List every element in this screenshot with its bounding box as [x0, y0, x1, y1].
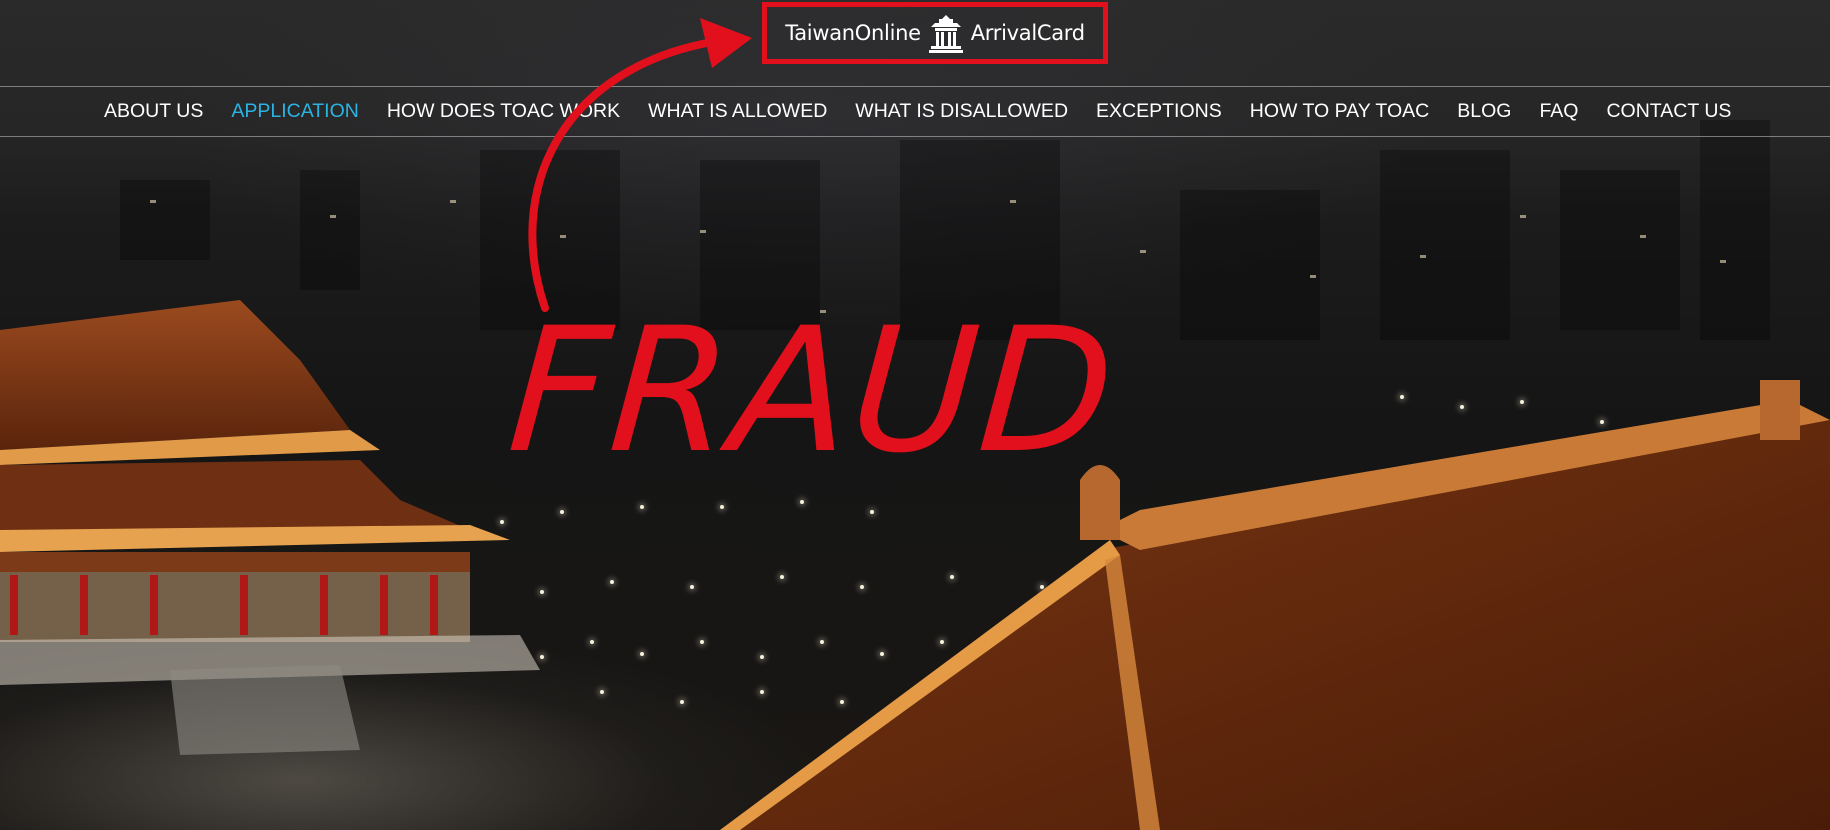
temple-left-image — [0, 300, 540, 755]
nav-item-faq[interactable]: FAQ — [1539, 100, 1578, 123]
nav-item-blog[interactable]: BLOG — [1457, 100, 1511, 123]
fraud-label: FRAUD — [503, 290, 1122, 491]
nav-list: ABOUT US APPLICATION HOW DOES TOAC WORK … — [104, 87, 1731, 136]
nav-item-contact-us[interactable]: CONTACT US — [1606, 100, 1731, 123]
site-logo[interactable]: TaiwanOnline ArrivalCard — [762, 2, 1108, 64]
page: TaiwanOnline ArrivalCard ABOUT US APPLIC… — [0, 0, 1830, 830]
nav-item-what-is-allowed[interactable]: WHAT IS ALLOWED — [648, 100, 827, 123]
nav-item-how-does-toac-work[interactable]: HOW DOES TOAC WORK — [387, 100, 620, 123]
pagoda-building-icon — [928, 15, 963, 53]
logo-text-right: ArrivalCard — [970, 21, 1085, 45]
nav-item-exceptions[interactable]: EXCEPTIONS — [1096, 100, 1222, 123]
nav-item-how-to-pay-toac[interactable]: HOW TO PAY TOAC — [1250, 100, 1430, 123]
nav-item-application[interactable]: APPLICATION — [231, 100, 359, 123]
main-navigation: ABOUT US APPLICATION HOW DOES TOAC WORK … — [0, 86, 1830, 137]
nav-item-about-us[interactable]: ABOUT US — [104, 100, 203, 123]
nav-item-what-is-disallowed[interactable]: WHAT IS DISALLOWED — [855, 100, 1068, 123]
logo-text-left: TaiwanOnline — [785, 21, 921, 45]
